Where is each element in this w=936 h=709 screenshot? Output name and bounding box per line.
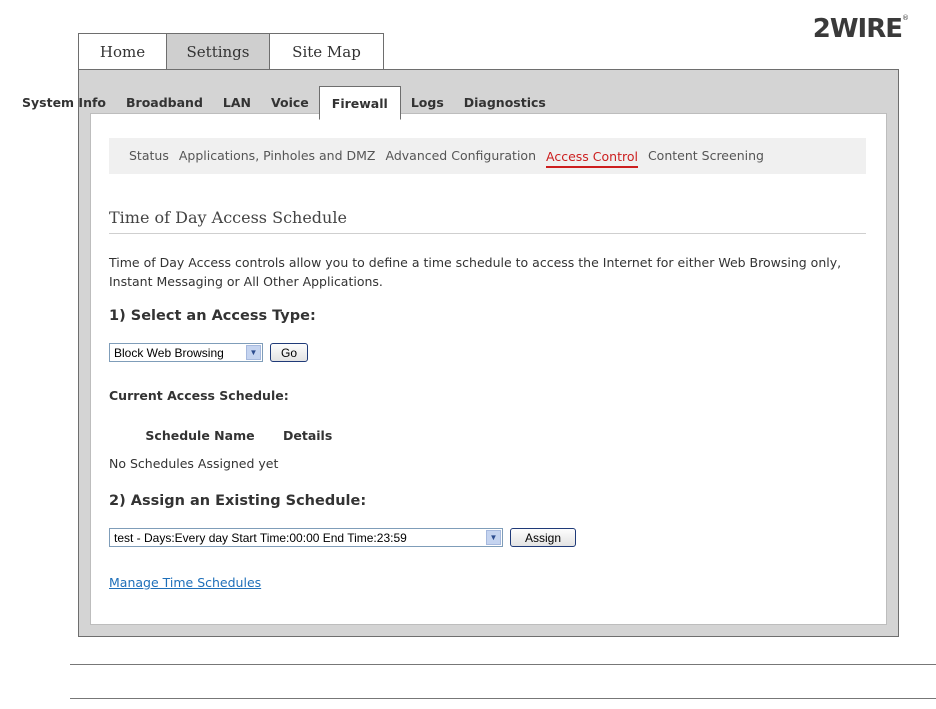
subnav-broadband[interactable]: Broadband: [116, 86, 213, 119]
brand-logo: 2WIRE®: [812, 14, 909, 44]
tab-home[interactable]: Home: [78, 33, 167, 70]
current-schedule-heading: Current Access Schedule:: [109, 388, 289, 403]
firewall-subnav: Status Applications, Pinholes and DMZ Ad…: [109, 138, 866, 174]
subnav-lan[interactable]: LAN: [213, 86, 261, 119]
assign-button[interactable]: Assign: [510, 528, 576, 547]
subnav-system-info[interactable]: System Info: [22, 86, 116, 119]
divider: [70, 664, 936, 665]
divider: [70, 698, 936, 699]
column-details: Details: [283, 428, 333, 443]
subnav-firewall[interactable]: Firewall: [318, 86, 401, 120]
content-panel: [90, 113, 887, 625]
nav-content-screening[interactable]: Content Screening: [648, 148, 764, 165]
nav-access-control[interactable]: Access Control: [546, 149, 638, 168]
access-type-value: Block Web Browsing: [114, 345, 224, 360]
step1-heading: 1) Select an Access Type:: [109, 308, 316, 324]
subnav-diagnostics[interactable]: Diagnostics: [454, 86, 556, 119]
schedule-select-value: test - Days:Every day Start Time:00:00 E…: [114, 530, 407, 545]
chevron-down-icon[interactable]: ▼: [246, 345, 261, 360]
logo-text: 2WIRE: [812, 14, 903, 44]
go-button[interactable]: Go: [270, 343, 308, 362]
nav-status[interactable]: Status: [129, 148, 169, 165]
schedule-table-header: Schedule Name Details: [117, 428, 367, 448]
logo-registered-mark: ®: [902, 14, 909, 22]
tab-site-map[interactable]: Site Map: [269, 33, 384, 70]
schedule-select[interactable]: test - Days:Every day Start Time:00:00 E…: [109, 528, 503, 547]
tab-settings[interactable]: Settings: [166, 33, 270, 70]
nav-advanced-configuration[interactable]: Advanced Configuration: [386, 148, 537, 165]
subnav-logs[interactable]: Logs: [401, 86, 454, 119]
settings-subnav: System Info Broadband LAN Voice Firewall…: [22, 86, 556, 120]
subnav-voice[interactable]: Voice: [261, 86, 319, 119]
empty-table-message: No Schedules Assigned yet: [109, 456, 279, 471]
step2-heading: 2) Assign an Existing Schedule:: [109, 493, 367, 509]
manage-time-schedules-link[interactable]: Manage Time Schedules: [109, 575, 261, 590]
chevron-down-icon[interactable]: ▼: [486, 530, 501, 545]
access-type-select[interactable]: Block Web Browsing ▼: [109, 343, 263, 362]
page-title: Time of Day Access Schedule: [109, 208, 866, 234]
top-tabs: Home Settings Site Map: [78, 33, 384, 70]
column-schedule-name: Schedule Name: [145, 428, 255, 443]
nav-applications-pinholes-dmz[interactable]: Applications, Pinholes and DMZ: [179, 148, 376, 165]
description-text: Time of Day Access controls allow you to…: [109, 255, 842, 289]
